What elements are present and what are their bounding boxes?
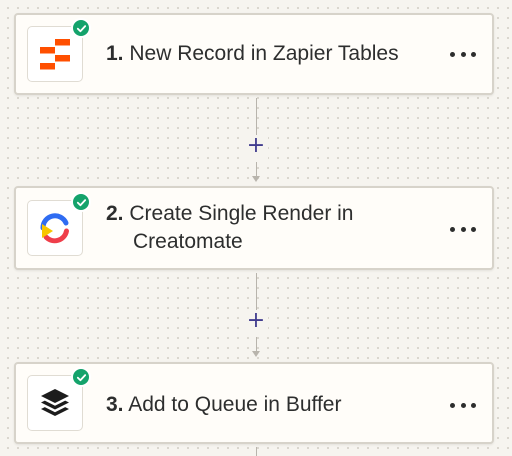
step-menu-button[interactable] xyxy=(450,44,476,64)
app-icon-tile xyxy=(27,367,91,431)
connector-line xyxy=(256,273,257,310)
creatomate-icon xyxy=(40,213,69,244)
step-number: 2. xyxy=(106,202,124,225)
step-title-text: Create Single Render in Creatomate xyxy=(129,202,354,253)
step-card-1[interactable]: 1. New Record in Zapier Tables xyxy=(14,13,494,95)
app-icon-tile xyxy=(27,18,91,82)
step-title: 3. Add to Queue in Buffer xyxy=(106,391,436,419)
connector-line xyxy=(256,337,257,351)
step-card-2[interactable]: 2. Create Single Render in Creatomate xyxy=(14,186,494,270)
check-icon xyxy=(76,24,86,32)
success-badge xyxy=(71,192,91,212)
check-icon xyxy=(76,373,86,381)
more-horizontal-icon xyxy=(450,51,476,57)
add-step-button[interactable]: + xyxy=(244,135,268,159)
step-title-text: Add to Queue in Buffer xyxy=(128,393,342,416)
check-icon xyxy=(76,198,86,206)
step-menu-button[interactable] xyxy=(450,219,476,239)
step-menu-button[interactable] xyxy=(450,395,476,415)
success-badge xyxy=(71,18,91,38)
add-step-button[interactable]: + xyxy=(244,310,268,334)
step-card-3[interactable]: 3. Add to Queue in Buffer xyxy=(14,362,494,444)
connector-line xyxy=(256,162,257,176)
connector-line xyxy=(256,98,257,136)
more-horizontal-icon xyxy=(450,402,476,408)
connector-arrow-icon xyxy=(252,176,260,182)
buffer-icon xyxy=(41,389,69,416)
zapier-tables-icon xyxy=(40,39,70,70)
zap-editor-canvas: 1. New Record in Zapier Tables + 2. Crea… xyxy=(0,0,512,456)
step-title-text: New Record in Zapier Tables xyxy=(129,42,399,65)
success-badge xyxy=(71,367,91,387)
connector-line xyxy=(256,447,257,456)
connector-arrow-icon xyxy=(252,351,260,357)
step-title: 2. Create Single Render in Creatomate xyxy=(106,200,433,256)
step-number: 3. xyxy=(106,393,124,416)
more-horizontal-icon xyxy=(450,226,476,232)
step-number: 1. xyxy=(106,42,124,65)
app-icon-tile xyxy=(27,192,91,256)
step-title: 1. New Record in Zapier Tables xyxy=(106,40,436,68)
